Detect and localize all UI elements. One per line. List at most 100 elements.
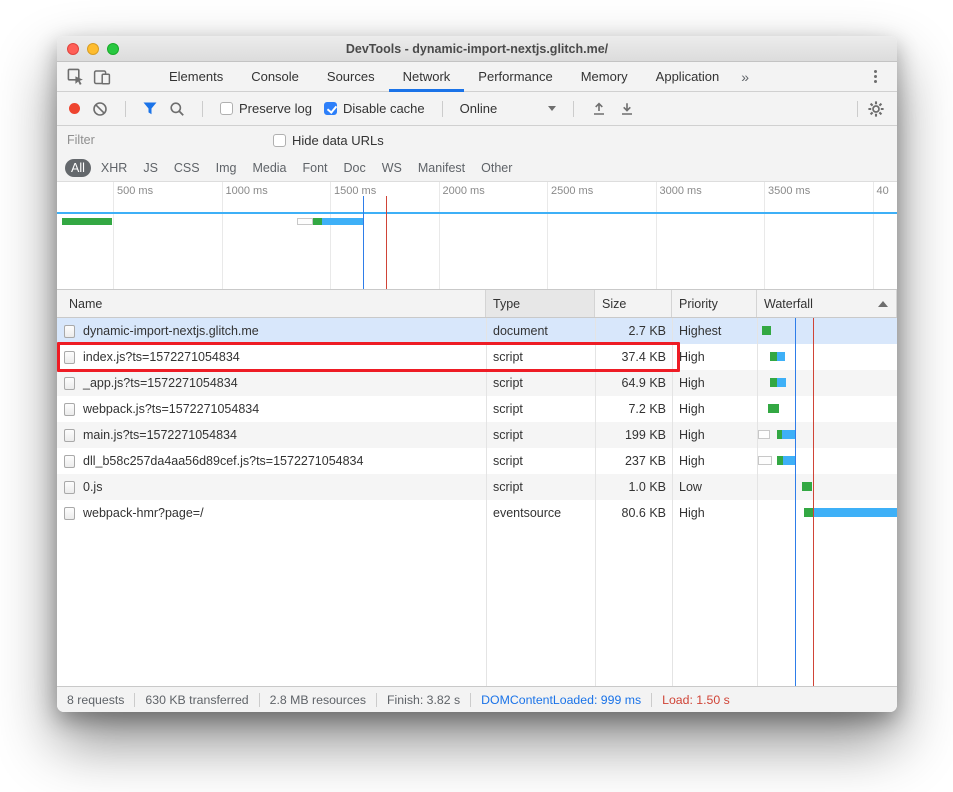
request-name: dll_b58c257da4aa56d89cef.js?ts=157227105… [83,448,363,474]
type-filter-media[interactable]: Media [246,159,292,177]
request-row[interactable]: _app.js?ts=1572271054834script64.9 KBHig… [57,370,897,396]
request-size: 237 KB [595,448,672,474]
request-priority: Low [672,474,757,500]
filter-input[interactable] [67,133,273,147]
time-tick-label: 1000 ms [226,185,268,197]
column-header-name[interactable]: Name [57,290,486,317]
dcl-marker-line [363,196,364,289]
tab-elements[interactable]: Elements [155,62,237,92]
request-name: main.js?ts=1572271054834 [83,422,237,448]
checkbox-label: Preserve log [239,101,312,116]
main-toolbar: ElementsConsoleSourcesNetworkPerformance… [57,62,897,92]
overview-request-bar [313,218,322,225]
type-filter-ws[interactable]: WS [376,159,408,177]
tab-sources[interactable]: Sources [313,62,389,92]
request-priority: High [672,448,757,474]
filter-funnel-icon[interactable] [143,102,157,115]
request-size: 1.0 KB [595,474,672,500]
record-network-log-button[interactable] [69,103,80,114]
status-item: 2.8 MB resources [270,693,366,707]
more-tabs-button[interactable]: » [733,69,757,85]
screenshot-stage: DevTools - dynamic-import-nextjs.glitch.… [0,0,953,792]
column-header-size[interactable]: Size [595,290,672,317]
menu-kebab-icon[interactable] [865,67,885,87]
request-waterfall [757,396,897,422]
type-filter-css[interactable]: CSS [168,159,206,177]
network-overview-timeline[interactable]: 500 ms1000 ms1500 ms2000 ms2500 ms3000 m… [57,182,897,290]
inspect-element-icon[interactable] [63,64,89,90]
time-tick-label: 1500 ms [334,185,376,197]
status-divider [651,693,652,707]
type-filter-doc[interactable]: Doc [338,159,372,177]
traffic-lights [67,43,119,55]
throttling-select[interactable]: Online [460,101,556,116]
status-item: 8 requests [67,693,124,707]
checkbox-label: Hide data URLs [292,133,384,148]
request-row[interactable]: index.js?ts=1572271054834script37.4 KBHi… [57,344,897,370]
type-filter-js[interactable]: JS [137,159,164,177]
type-filter-all[interactable]: All [65,159,91,177]
column-header-waterfall[interactable]: Waterfall [757,290,897,317]
request-size: 2.7 KB [595,318,672,344]
import-har-icon[interactable] [591,101,607,117]
settings-gear-icon[interactable] [863,96,889,122]
request-name-cell: webpack-hmr?page=/ [57,500,486,526]
disable-cache-checkbox[interactable]: Disable cache [324,101,425,116]
waterfall-segment-green [802,482,812,491]
minimize-window-button[interactable] [87,43,99,55]
type-filter-manifest[interactable]: Manifest [412,159,471,177]
fullscreen-window-button[interactable] [107,43,119,55]
tab-network[interactable]: Network [389,62,465,92]
overview-request-bar [297,218,313,225]
preserve-log-checkbox[interactable]: Preserve log [220,101,312,116]
device-toolbar-icon[interactable] [89,64,115,90]
checkbox-box [324,102,337,115]
request-name: index.js?ts=1572271054834 [83,344,240,370]
resource-type-filters: AllXHRJSCSSImgMedia FontDocWSManifestOthe… [57,154,897,182]
overview-request-bar [322,218,364,225]
close-window-button[interactable] [67,43,79,55]
tab-performance[interactable]: Performance [464,62,566,92]
request-waterfall [757,370,897,396]
request-size: 80.6 KB [595,500,672,526]
file-icon [64,429,75,442]
type-filter-font[interactable]: Font [297,159,334,177]
search-icon[interactable] [169,101,185,117]
waterfall-segment-blue [813,508,897,517]
file-icon [64,377,75,390]
request-row[interactable]: dynamic-import-nextjs.glitch.medocument2… [57,318,897,344]
clear-network-log-icon[interactable] [92,101,108,117]
panel-tabs: ElementsConsoleSourcesNetworkPerformance… [155,62,733,92]
chevron-down-icon [548,106,556,115]
time-tick-label: 3500 ms [768,185,810,197]
request-row[interactable]: webpack.js?ts=1572271054834script7.2 KBH… [57,396,897,422]
status-divider [134,693,135,707]
sort-ascending-icon [878,301,888,307]
type-filter-other[interactable]: Other [475,159,518,177]
grid-line [439,182,440,289]
type-filter-img[interactable]: Img [210,159,243,177]
request-row[interactable]: 0.jsscript1.0 KBLow [57,474,897,500]
hide-data-urls-checkbox[interactable]: Hide data URLs [273,133,384,148]
type-filter-xhr[interactable]: XHR [95,159,133,177]
tab-application[interactable]: Application [642,62,734,92]
column-header-priority[interactable]: Priority [672,290,757,317]
checkbox-label: Disable cache [343,101,425,116]
request-type: script [486,370,595,396]
overview-request-bar [62,218,112,225]
request-name: webpack-hmr?page=/ [83,500,204,526]
request-row[interactable]: dll_b58c257da4aa56d89cef.js?ts=157227105… [57,448,897,474]
toolbar-divider [857,101,858,117]
status-divider [376,693,377,707]
column-header-type[interactable]: Type [486,290,595,317]
waterfall-segment-green [804,508,813,517]
request-row[interactable]: webpack-hmr?page=/eventsource80.6 KBHigh [57,500,897,526]
request-priority: High [672,422,757,448]
request-name-cell: dynamic-import-nextjs.glitch.me [57,318,486,344]
tab-console[interactable]: Console [237,62,313,92]
export-har-icon[interactable] [619,101,635,117]
tab-memory[interactable]: Memory [567,62,642,92]
request-row[interactable]: main.js?ts=1572271054834script199 KBHigh [57,422,897,448]
request-name: _app.js?ts=1572271054834 [83,370,238,396]
request-waterfall [757,318,897,344]
